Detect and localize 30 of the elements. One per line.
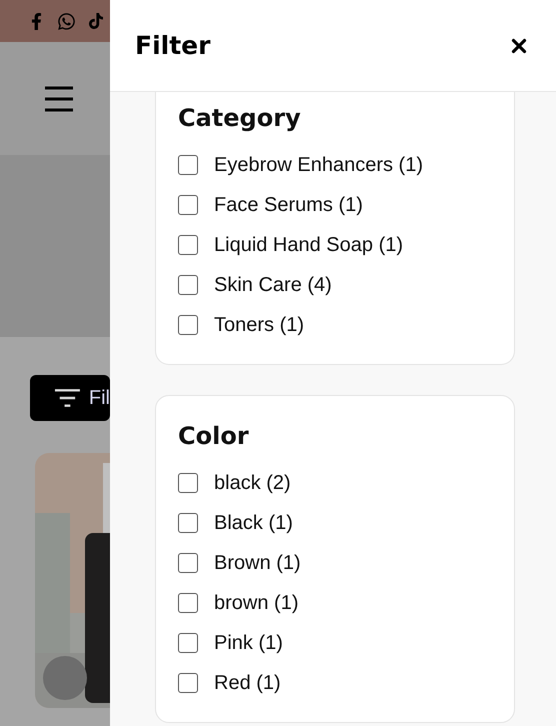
menu-icon[interactable] — [44, 86, 74, 112]
option-label[interactable]: Brown (1) — [214, 552, 301, 574]
option-label[interactable]: brown (1) — [214, 592, 298, 614]
checkbox[interactable] — [178, 593, 198, 613]
option-label[interactable]: Red (1) — [214, 672, 281, 694]
option-label[interactable]: Pink (1) — [214, 632, 283, 654]
checkbox[interactable] — [178, 633, 198, 653]
option-label[interactable]: Skin Care (4) — [214, 274, 332, 296]
whatsapp-icon[interactable] — [57, 12, 76, 30]
tiktok-icon[interactable] — [88, 13, 104, 29]
checkbox[interactable] — [178, 513, 198, 533]
checkbox[interactable] — [178, 315, 198, 335]
option-label[interactable]: Face Serums (1) — [214, 194, 363, 216]
option-label[interactable]: Liquid Hand Soap (1) — [214, 234, 404, 256]
section-title: Category — [178, 104, 302, 132]
section-title: Color — [178, 422, 250, 450]
checkbox[interactable] — [178, 553, 198, 573]
checkbox[interactable] — [178, 235, 198, 255]
option-label[interactable]: Toners (1) — [214, 314, 304, 336]
filter-icon — [54, 388, 81, 408]
checkbox[interactable] — [178, 473, 198, 493]
checkbox[interactable] — [178, 275, 198, 295]
checkbox[interactable] — [178, 673, 198, 693]
checkbox[interactable] — [178, 155, 198, 175]
option-label[interactable]: Eyebrow Enhancers (1) — [214, 154, 423, 176]
option-label[interactable]: black (2) — [214, 472, 291, 494]
drawer-title: Filter — [135, 31, 210, 60]
checkbox[interactable] — [178, 195, 198, 215]
filter-button[interactable]: Fil — [30, 375, 110, 421]
option-label[interactable]: Black (1) — [214, 512, 293, 534]
